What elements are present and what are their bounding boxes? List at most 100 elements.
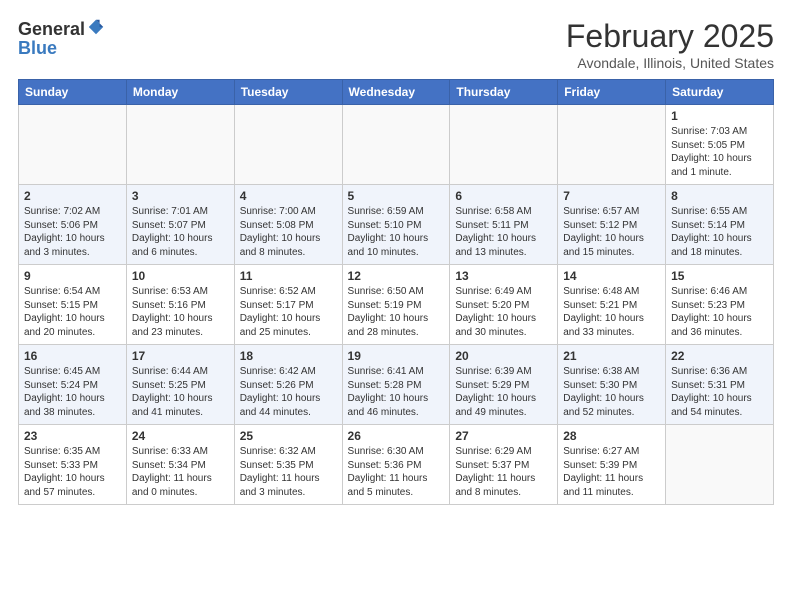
- day-info: Sunrise: 6:38 AM Sunset: 5:30 PM Dayligh…: [563, 365, 660, 419]
- day-number: 18: [240, 349, 337, 363]
- day-info: Sunrise: 6:50 AM Sunset: 5:19 PM Dayligh…: [348, 285, 445, 339]
- day-number: 23: [24, 429, 121, 443]
- calendar-cell: 15 Sunrise: 6:46 AM Sunset: 5:23 PM Dayli…: [666, 265, 774, 345]
- day-number: 10: [132, 269, 229, 283]
- logo: General Blue: [18, 18, 105, 59]
- day-number: 19: [348, 349, 445, 363]
- header-monday: Monday: [126, 80, 234, 105]
- header-sunday: Sunday: [19, 80, 127, 105]
- day-info: Sunrise: 7:02 AM Sunset: 5:06 PM Dayligh…: [24, 205, 121, 259]
- calendar-cell: 25 Sunrise: 6:32 AM Sunset: 5:35 PM Dayli…: [234, 425, 342, 505]
- logo-icon: [87, 18, 105, 36]
- day-info: Sunrise: 6:33 AM Sunset: 5:34 PM Dayligh…: [132, 445, 229, 499]
- calendar-cell: 8 Sunrise: 6:55 AM Sunset: 5:14 PM Daylig…: [666, 185, 774, 265]
- calendar-cell: 10 Sunrise: 6:53 AM Sunset: 5:16 PM Dayli…: [126, 265, 234, 345]
- calendar-page: General Blue February 2025 Avondale, Ill…: [0, 0, 792, 519]
- day-info: Sunrise: 6:29 AM Sunset: 5:37 PM Dayligh…: [455, 445, 552, 499]
- day-number: 17: [132, 349, 229, 363]
- calendar-table: Sunday Monday Tuesday Wednesday Thursday…: [18, 79, 774, 505]
- day-number: 25: [240, 429, 337, 443]
- day-number: 28: [563, 429, 660, 443]
- calendar-cell: 2 Sunrise: 7:02 AM Sunset: 5:06 PM Daylig…: [19, 185, 127, 265]
- header-wednesday: Wednesday: [342, 80, 450, 105]
- day-number: 5: [348, 189, 445, 203]
- calendar-cell: [19, 105, 127, 185]
- calendar-cell: 13Sunrise: 6:49 AM Sunset: 5:20 PM Dayli…: [450, 265, 558, 345]
- calendar-cell: 28 Sunrise: 6:27 AM Sunset: 5:39 PM Dayli…: [558, 425, 666, 505]
- day-info: Sunrise: 6:58 AM Sunset: 5:11 PM Dayligh…: [455, 205, 552, 259]
- day-number: 11: [240, 269, 337, 283]
- day-info: Sunrise: 6:55 AM Sunset: 5:14 PM Dayligh…: [671, 205, 768, 259]
- day-info: Sunrise: 6:57 AM Sunset: 5:12 PM Dayligh…: [563, 205, 660, 259]
- logo-general-text: General: [18, 20, 85, 38]
- calendar-cell: [450, 105, 558, 185]
- day-info: Sunrise: 7:01 AM Sunset: 5:07 PM Dayligh…: [132, 205, 229, 259]
- day-number: 1: [671, 109, 768, 123]
- day-info: Sunrise: 7:00 AM Sunset: 5:08 PM Dayligh…: [240, 205, 337, 259]
- day-info: Sunrise: 6:48 AM Sunset: 5:21 PM Dayligh…: [563, 285, 660, 339]
- day-info: Sunrise: 6:54 AM Sunset: 5:15 PM Dayligh…: [24, 285, 121, 339]
- location-subtitle: Avondale, Illinois, United States: [566, 55, 774, 71]
- day-number: 21: [563, 349, 660, 363]
- day-info: Sunrise: 6:46 AM Sunset: 5:23 PM Dayligh…: [671, 285, 768, 339]
- calendar-cell: 5 Sunrise: 6:59 AM Sunset: 5:10 PM Daylig…: [342, 185, 450, 265]
- calendar-cell: 22Sunrise: 6:36 AM Sunset: 5:31 PM Dayli…: [666, 345, 774, 425]
- header-thursday: Thursday: [450, 80, 558, 105]
- day-info: Sunrise: 6:53 AM Sunset: 5:16 PM Dayligh…: [132, 285, 229, 339]
- calendar-week-row: 23 Sunrise: 6:35 AM Sunset: 5:33 PM Dayli…: [19, 425, 774, 505]
- day-number: 16: [24, 349, 121, 363]
- logo-blue-text: Blue: [18, 38, 57, 58]
- day-info: Sunrise: 6:42 AM Sunset: 5:26 PM Dayligh…: [240, 365, 337, 419]
- calendar-cell: [558, 105, 666, 185]
- calendar-cell: 12 Sunrise: 6:50 AM Sunset: 5:19 PM Dayli…: [342, 265, 450, 345]
- calendar-cell: 9Sunrise: 6:54 AM Sunset: 5:15 PM Daylig…: [19, 265, 127, 345]
- day-number: 22: [671, 349, 768, 363]
- day-number: 2: [24, 189, 121, 203]
- calendar-cell: [342, 105, 450, 185]
- calendar-body: 1 Sunrise: 7:03 AM Sunset: 5:05 PM Daylig…: [19, 105, 774, 505]
- calendar-cell: 19Sunrise: 6:41 AM Sunset: 5:28 PM Dayli…: [342, 345, 450, 425]
- calendar-cell: 26 Sunrise: 6:30 AM Sunset: 5:36 PM Dayli…: [342, 425, 450, 505]
- day-number: 26: [348, 429, 445, 443]
- header: General Blue February 2025 Avondale, Ill…: [18, 18, 774, 71]
- day-info: Sunrise: 6:35 AM Sunset: 5:33 PM Dayligh…: [24, 445, 121, 499]
- day-number: 12: [348, 269, 445, 283]
- day-info: Sunrise: 6:39 AM Sunset: 5:29 PM Dayligh…: [455, 365, 552, 419]
- day-number: 14: [563, 269, 660, 283]
- calendar-cell: [666, 425, 774, 505]
- calendar-cell: 24 Sunrise: 6:33 AM Sunset: 5:34 PM Dayli…: [126, 425, 234, 505]
- day-number: 24: [132, 429, 229, 443]
- day-number: 8: [671, 189, 768, 203]
- day-info: Sunrise: 6:32 AM Sunset: 5:35 PM Dayligh…: [240, 445, 337, 499]
- calendar-cell: 7 Sunrise: 6:57 AM Sunset: 5:12 PM Daylig…: [558, 185, 666, 265]
- day-number: 6: [455, 189, 552, 203]
- calendar-cell: 11 Sunrise: 6:52 AM Sunset: 5:17 PM Dayli…: [234, 265, 342, 345]
- weekday-header-row: Sunday Monday Tuesday Wednesday Thursday…: [19, 80, 774, 105]
- day-info: Sunrise: 6:27 AM Sunset: 5:39 PM Dayligh…: [563, 445, 660, 499]
- day-number: 27: [455, 429, 552, 443]
- calendar-header: Sunday Monday Tuesday Wednesday Thursday…: [19, 80, 774, 105]
- calendar-week-row: 16Sunrise: 6:45 AM Sunset: 5:24 PM Dayli…: [19, 345, 774, 425]
- calendar-cell: 4Sunrise: 7:00 AM Sunset: 5:08 PM Daylig…: [234, 185, 342, 265]
- month-title: February 2025: [566, 18, 774, 55]
- day-number: 20: [455, 349, 552, 363]
- day-info: Sunrise: 6:52 AM Sunset: 5:17 PM Dayligh…: [240, 285, 337, 339]
- calendar-cell: 6 Sunrise: 6:58 AM Sunset: 5:11 PM Daylig…: [450, 185, 558, 265]
- day-info: Sunrise: 6:30 AM Sunset: 5:36 PM Dayligh…: [348, 445, 445, 499]
- calendar-cell: 14 Sunrise: 6:48 AM Sunset: 5:21 PM Dayli…: [558, 265, 666, 345]
- calendar-week-row: 9Sunrise: 6:54 AM Sunset: 5:15 PM Daylig…: [19, 265, 774, 345]
- header-friday: Friday: [558, 80, 666, 105]
- day-info: Sunrise: 6:59 AM Sunset: 5:10 PM Dayligh…: [348, 205, 445, 259]
- day-info: Sunrise: 6:44 AM Sunset: 5:25 PM Dayligh…: [132, 365, 229, 419]
- calendar-cell: [126, 105, 234, 185]
- calendar-cell: 1 Sunrise: 7:03 AM Sunset: 5:05 PM Daylig…: [666, 105, 774, 185]
- day-number: 15: [671, 269, 768, 283]
- calendar-cell: 17 Sunrise: 6:44 AM Sunset: 5:25 PM Dayli…: [126, 345, 234, 425]
- calendar-cell: [234, 105, 342, 185]
- day-info: Sunrise: 7:03 AM Sunset: 5:05 PM Dayligh…: [671, 125, 768, 179]
- day-number: 3: [132, 189, 229, 203]
- calendar-cell: 23 Sunrise: 6:35 AM Sunset: 5:33 PM Dayli…: [19, 425, 127, 505]
- calendar-week-row: 2 Sunrise: 7:02 AM Sunset: 5:06 PM Daylig…: [19, 185, 774, 265]
- calendar-cell: 21 Sunrise: 6:38 AM Sunset: 5:30 PM Dayli…: [558, 345, 666, 425]
- day-number: 7: [563, 189, 660, 203]
